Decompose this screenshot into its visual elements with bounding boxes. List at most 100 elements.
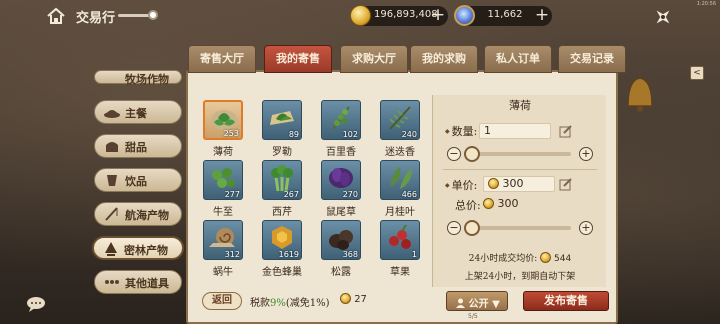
main-dish-icon xyxy=(104,110,120,118)
item-name: 牛至 xyxy=(213,207,233,218)
item-slot-basil[interactable]: 89 xyxy=(262,100,302,140)
chat-icon[interactable] xyxy=(26,296,46,312)
home-icon[interactable] xyxy=(46,6,66,26)
price-slider-track[interactable] xyxy=(467,226,571,230)
tab-label: 私人订单 xyxy=(496,52,540,65)
category-item-dessert[interactable]: 甜品 xyxy=(94,134,182,158)
gem-icon xyxy=(454,5,475,26)
sage-icon xyxy=(329,168,353,188)
total-price: 300 xyxy=(483,197,519,210)
truffle-icon xyxy=(329,230,353,250)
category-item-main-dish[interactable]: 主餐 xyxy=(94,100,182,124)
category-item-sea-products[interactable]: 航海产物 xyxy=(94,202,182,226)
tax-reduction: (减免1%) xyxy=(285,298,330,309)
top-bar: 交易行 196,893,408 + 11,662 + 1:20:56 xyxy=(0,0,720,32)
tax-percent: 9% xyxy=(270,298,286,309)
visibility-dropdown[interactable]: 公开 ▼ xyxy=(446,291,508,311)
dessert-icon xyxy=(106,142,118,152)
category-label: 牧场作物 xyxy=(125,73,169,86)
collapse-panel-button[interactable]: < xyxy=(690,66,704,80)
more-icon xyxy=(105,280,119,284)
item-name: 鼠尾草 xyxy=(326,207,356,218)
gem-balance: 11,662 + xyxy=(454,5,552,26)
tab-purchase-hall[interactable]: 求购大厅 xyxy=(340,45,408,73)
fishing-icon xyxy=(105,207,118,221)
item-slot-mint[interactable]: 253 xyxy=(203,100,243,140)
tsaoko-icon xyxy=(389,224,411,249)
drink-icon xyxy=(107,175,117,186)
category-item-ranch[interactable]: 牧场作物 xyxy=(94,70,182,86)
gold-amount: 196,893,408 xyxy=(374,9,438,20)
item-slot-sage[interactable]: 270 xyxy=(321,160,361,200)
tab-trade-records[interactable]: 交易记录 xyxy=(558,45,626,73)
item-slot-tsaoko[interactable]: 1 xyxy=(380,220,420,260)
unit-price-value: 300 xyxy=(502,177,524,190)
back-button[interactable]: 返回 xyxy=(202,292,242,310)
item-count: 89 xyxy=(288,130,299,139)
quantity-label: 数量: xyxy=(445,123,478,139)
item-name: 草果 xyxy=(390,267,410,278)
golden-honeycomb-icon xyxy=(272,226,292,249)
basil-icon xyxy=(270,111,294,125)
price-decrease-button[interactable]: − xyxy=(447,221,461,235)
bay-leaf-icon xyxy=(390,167,412,189)
quantity-slider-track[interactable] xyxy=(467,152,571,156)
category-item-drinks[interactable]: 饮品 xyxy=(94,168,182,192)
item-count: 102 xyxy=(342,130,358,139)
gold-coin-icon xyxy=(540,252,552,263)
tab-label: 求购大厅 xyxy=(352,52,396,65)
gold-coin-icon xyxy=(483,198,494,209)
gold-coin-icon xyxy=(350,5,371,26)
item-count: 1619 xyxy=(278,250,299,259)
tab-private-orders[interactable]: 私人订单 xyxy=(484,45,552,73)
publish-label: 发布寄售 xyxy=(544,294,588,307)
quantity-increase-button[interactable]: + xyxy=(579,147,593,161)
chevron-down-icon: ▼ xyxy=(492,299,500,310)
visibility-label: 公开 ▼ xyxy=(447,295,509,310)
item-count: 1 xyxy=(411,250,417,259)
quantity-input[interactable]: 1 xyxy=(479,123,551,139)
item-count: 253 xyxy=(223,129,239,138)
item-slot-truffle[interactable]: 368 xyxy=(321,220,361,260)
tax-info: 税款9%(减免1%) xyxy=(250,294,330,309)
item-count: 312 xyxy=(224,250,240,259)
edit-price-icon[interactable] xyxy=(559,177,573,191)
gold-coin-icon xyxy=(488,178,499,189)
price-slider-thumb[interactable] xyxy=(464,220,481,236)
item-slot-bay-leaf[interactable]: 466 xyxy=(380,160,420,200)
quantity-decrease-button[interactable]: − xyxy=(447,147,461,161)
tab-my-purchases[interactable]: 我的求购 xyxy=(410,45,478,73)
item-count: 267 xyxy=(283,190,299,199)
add-gold-button[interactable]: + xyxy=(430,7,446,24)
tab-label: 我的求购 xyxy=(422,52,466,65)
item-slot-rosemary[interactable]: 240 xyxy=(380,100,420,140)
tab-consignment-hall[interactable]: 寄售大厅 xyxy=(188,45,256,73)
item-slot-oregano[interactable]: 277 xyxy=(203,160,243,200)
item-slot-snail[interactable]: 312 xyxy=(203,220,243,260)
item-name: 月桂叶 xyxy=(385,207,415,218)
tab-my-consignments[interactable]: 我的寄售 xyxy=(264,45,332,73)
item-slot-golden-honeycomb[interactable]: 1619 xyxy=(262,220,302,260)
item-count: 270 xyxy=(342,190,358,199)
close-icon[interactable] xyxy=(652,6,674,28)
tab-bar: 寄售大厅 我的寄售 求购大厅 我的求购 私人订单 交易记录 xyxy=(182,45,628,73)
item-slot-celery[interactable]: 267 xyxy=(262,160,302,200)
add-gem-button[interactable]: + xyxy=(534,7,550,24)
snail-icon xyxy=(209,228,235,247)
category-item-forest-products[interactable]: 密林产物 xyxy=(92,236,184,260)
edit-quantity-icon[interactable] xyxy=(559,124,573,138)
category-label: 甜品 xyxy=(125,141,147,154)
publish-consignment-button[interactable]: 发布寄售 xyxy=(523,291,609,311)
item-name: 西芹 xyxy=(272,207,292,218)
category-item-other-items[interactable]: 其他道具 xyxy=(94,270,182,294)
price-increase-button[interactable]: + xyxy=(579,221,593,235)
unit-price-input[interactable]: 300 xyxy=(483,176,555,192)
tab-label: 交易记录 xyxy=(570,52,614,65)
item-slot-thyme[interactable]: 102 xyxy=(321,100,361,140)
oregano-icon xyxy=(212,168,235,188)
category-label: 主餐 xyxy=(125,107,147,120)
quantity-slider-thumb[interactable] xyxy=(464,146,481,162)
back-label: 返回 xyxy=(212,295,232,306)
gold-coin-icon xyxy=(340,293,351,304)
listing-notice: 上架24小时，到期自动下架 xyxy=(464,272,576,282)
